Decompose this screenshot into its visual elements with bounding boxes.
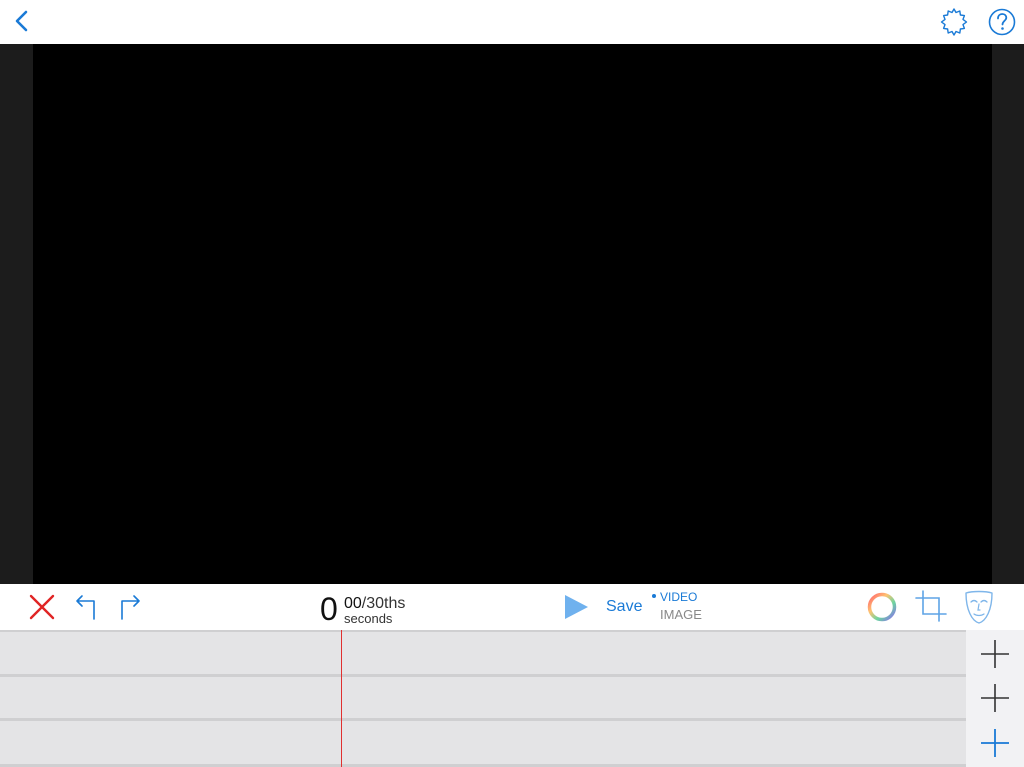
time-frames-denominator: /30ths — [361, 595, 406, 612]
close-icon — [29, 594, 55, 620]
color-button[interactable] — [866, 591, 898, 623]
mask-icon — [965, 590, 993, 624]
editor-toolbar: 0 00/30ths seconds Save VIDEO IMAGE — [0, 584, 1024, 630]
settings-button[interactable] — [938, 6, 970, 38]
add-track-button[interactable] — [980, 639, 1010, 669]
video-editor-app: 0 00/30ths seconds Save VIDEO IMAGE — [0, 0, 1024, 767]
top-nav-bar — [0, 0, 1024, 44]
time-seconds: 0 — [320, 591, 338, 627]
color-wheel-icon — [867, 592, 897, 622]
time-frames-value: 00 — [344, 595, 362, 612]
video-canvas[interactable] — [33, 44, 992, 584]
add-track-button[interactable] — [980, 728, 1010, 758]
back-button[interactable] — [6, 6, 38, 38]
redo-button[interactable] — [116, 593, 144, 621]
question-mark-icon — [988, 8, 1016, 36]
timeline — [0, 630, 1024, 767]
preview-area — [0, 44, 1024, 584]
gear-icon — [940, 8, 968, 36]
playhead[interactable] — [341, 630, 342, 767]
play-button[interactable] — [562, 594, 590, 620]
mask-button[interactable] — [962, 588, 996, 626]
timeline-track[interactable] — [0, 677, 966, 721]
add-track-column — [966, 630, 1024, 767]
plus-icon — [981, 729, 1009, 757]
mode-image-option[interactable]: IMAGE — [660, 608, 702, 622]
undo-arrow-icon — [76, 595, 95, 620]
save-button[interactable]: Save — [606, 597, 642, 617]
add-track-button[interactable] — [980, 683, 1010, 713]
timeline-track[interactable] — [0, 630, 966, 677]
cancel-button[interactable] — [28, 593, 56, 621]
crop-button[interactable] — [914, 589, 948, 623]
play-icon — [565, 595, 588, 619]
undo-button[interactable] — [72, 593, 100, 621]
plus-icon — [981, 684, 1009, 712]
redo-arrow-icon — [121, 595, 140, 620]
time-unit-label: seconds — [344, 611, 393, 626]
selected-dot-icon — [652, 593, 656, 598]
mode-video-label: VIDEO — [660, 590, 698, 604]
timeline-track[interactable] — [0, 721, 966, 767]
crop-icon — [915, 590, 947, 622]
chevron-left-icon — [15, 10, 28, 32]
export-mode-selector: VIDEO IMAGE — [652, 590, 712, 626]
help-button[interactable] — [986, 6, 1018, 38]
plus-icon — [981, 640, 1009, 668]
mode-video-option[interactable]: VIDEO — [652, 590, 697, 604]
